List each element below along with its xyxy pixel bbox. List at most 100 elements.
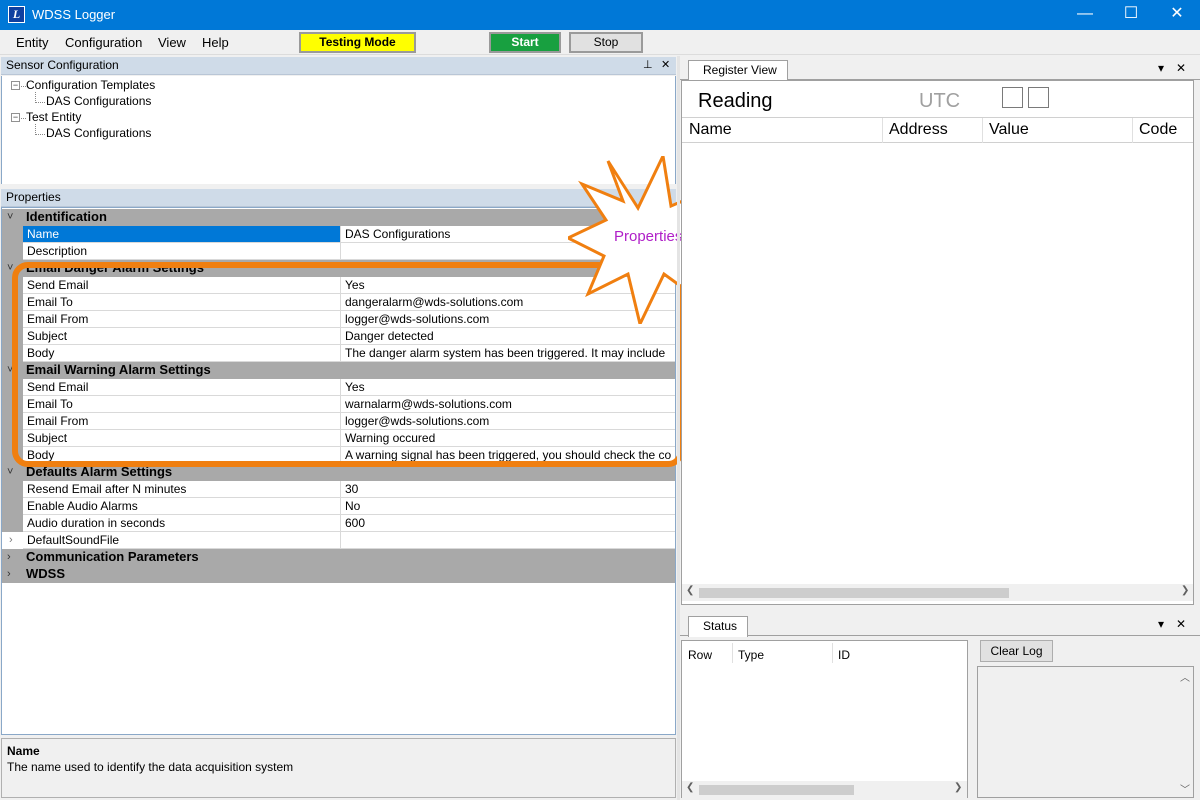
property-name[interactable]: Resend Email after N minutes bbox=[23, 481, 341, 497]
tab-register-view[interactable]: Register View bbox=[688, 60, 788, 81]
testing-mode-button[interactable]: Testing Mode bbox=[299, 32, 416, 53]
property-value[interactable]: warnalarm@wds-solutions.com bbox=[342, 396, 675, 412]
close-window-button[interactable]: ✕ bbox=[1154, 0, 1200, 30]
tree-node-das-configurations[interactable]: DAS Configurations bbox=[46, 94, 151, 108]
menu-entity[interactable]: Entity bbox=[16, 35, 49, 50]
property-row[interactable]: Body The danger alarm system has been tri… bbox=[2, 345, 675, 362]
property-name[interactable]: Send Email bbox=[23, 277, 341, 293]
property-name[interactable]: Send Email bbox=[23, 379, 341, 395]
property-category[interactable]: ˅ Defaults Alarm Settings bbox=[2, 464, 675, 481]
tree-node-configuration-templates[interactable]: Configuration Templates bbox=[26, 78, 155, 92]
utc-checkbox[interactable] bbox=[1028, 87, 1049, 108]
property-row[interactable]: Enable Audio Alarms No bbox=[2, 498, 675, 515]
column-header-type[interactable]: Type bbox=[738, 648, 764, 662]
property-name[interactable]: Body bbox=[23, 447, 341, 463]
property-name[interactable]: Description bbox=[23, 243, 341, 259]
property-category[interactable]: ˅ Email Warning Alarm Settings bbox=[2, 362, 675, 379]
scroll-right-icon[interactable]: ❯ bbox=[954, 782, 962, 793]
menu-help[interactable]: Help bbox=[202, 35, 229, 50]
category-label: Email Danger Alarm Settings bbox=[26, 260, 204, 275]
property-name[interactable]: DefaultSoundFile bbox=[23, 532, 341, 548]
app-logo-icon: L bbox=[8, 6, 25, 23]
property-row[interactable]: Audio duration in seconds 600 bbox=[2, 515, 675, 532]
property-name[interactable]: Email From bbox=[23, 311, 341, 327]
log-vertical-scrollbar[interactable]: ︿ ﹀ bbox=[1176, 667, 1193, 797]
expand-chevron-icon[interactable]: › bbox=[7, 549, 11, 565]
scroll-left-icon[interactable]: ❮ bbox=[686, 585, 694, 596]
property-row[interactable]: Email From logger@wds-solutions.com bbox=[2, 413, 675, 430]
pin-icon[interactable]: ⊥ bbox=[643, 57, 653, 74]
property-category[interactable]: › WDSS bbox=[2, 566, 675, 583]
column-header-row[interactable]: Row bbox=[688, 648, 712, 662]
tree-node-test-entity[interactable]: Test Entity bbox=[26, 110, 81, 124]
scroll-up-icon[interactable]: ︿ bbox=[1180, 669, 1190, 684]
tab-status[interactable]: Status bbox=[688, 616, 749, 637]
register-view-panel: Reading UTC Name Address Value Code ❮ ❯ bbox=[681, 80, 1194, 605]
property-name[interactable]: Enable Audio Alarms bbox=[23, 498, 341, 514]
expand-chevron-icon[interactable]: › bbox=[9, 532, 13, 548]
property-category[interactable]: › Communication Parameters bbox=[2, 549, 675, 566]
collapse-icon[interactable]: − bbox=[11, 113, 20, 122]
property-value[interactable]: 600 bbox=[342, 515, 675, 531]
window-title: WDSS Logger bbox=[32, 7, 116, 22]
tree-node-das-configurations[interactable]: DAS Configurations bbox=[46, 126, 151, 140]
scroll-left-icon[interactable]: ❮ bbox=[686, 782, 694, 793]
property-value[interactable]: A warning signal has been triggered, you… bbox=[342, 447, 675, 463]
collapse-chevron-icon[interactable]: ˅ bbox=[7, 209, 13, 225]
close-icon[interactable]: ✕ bbox=[1176, 61, 1186, 75]
expand-chevron-icon[interactable]: › bbox=[7, 566, 11, 582]
property-name[interactable]: Email To bbox=[23, 294, 341, 310]
category-label: Defaults Alarm Settings bbox=[26, 464, 173, 479]
start-button[interactable]: Start bbox=[489, 32, 561, 53]
property-name[interactable]: Subject bbox=[23, 430, 341, 446]
dropdown-icon[interactable]: ▾ bbox=[1158, 617, 1164, 631]
property-name[interactable]: Email To bbox=[23, 396, 341, 412]
property-name[interactable]: Body bbox=[23, 345, 341, 361]
status-horizontal-scrollbar[interactable]: ❮ ❯ bbox=[682, 781, 967, 798]
column-header-id[interactable]: ID bbox=[838, 648, 850, 662]
collapse-chevron-icon[interactable]: ˅ bbox=[7, 362, 13, 378]
close-icon[interactable]: ✕ bbox=[1176, 617, 1186, 631]
property-value[interactable]: Danger detected bbox=[342, 328, 675, 344]
property-row[interactable]: Email To warnalarm@wds-solutions.com bbox=[2, 396, 675, 413]
scroll-thumb[interactable] bbox=[699, 785, 854, 795]
stop-button[interactable]: Stop bbox=[569, 32, 643, 53]
property-name[interactable]: Audio duration in seconds bbox=[23, 515, 341, 531]
property-row[interactable]: Subject Danger detected bbox=[2, 328, 675, 345]
scroll-right-icon[interactable]: ❯ bbox=[1181, 585, 1189, 596]
pane-splitter[interactable] bbox=[677, 56, 680, 800]
maximize-button[interactable]: ☐ bbox=[1108, 0, 1154, 30]
column-header-value[interactable]: Value bbox=[989, 121, 1029, 139]
property-name[interactable]: Name bbox=[23, 226, 341, 242]
property-row[interactable]: Subject Warning occured bbox=[2, 430, 675, 447]
column-header-address[interactable]: Address bbox=[889, 121, 948, 139]
minimize-button[interactable]: — bbox=[1062, 0, 1108, 30]
dropdown-icon[interactable]: ▾ bbox=[1158, 61, 1164, 75]
property-value[interactable]: 30 bbox=[342, 481, 675, 497]
register-horizontal-scrollbar[interactable]: ❮ ❯ bbox=[682, 584, 1193, 601]
property-row[interactable]: Resend Email after N minutes 30 bbox=[2, 481, 675, 498]
column-header-code[interactable]: Code bbox=[1139, 121, 1177, 139]
property-name[interactable]: Email From bbox=[23, 413, 341, 429]
property-value[interactable]: logger@wds-solutions.com bbox=[342, 413, 675, 429]
property-row[interactable]: › DefaultSoundFile bbox=[2, 532, 675, 549]
property-value[interactable] bbox=[342, 532, 675, 548]
property-name[interactable]: Subject bbox=[23, 328, 341, 344]
reading-checkbox[interactable] bbox=[1002, 87, 1023, 108]
collapse-chevron-icon[interactable]: ˅ bbox=[7, 260, 13, 276]
property-value[interactable]: The danger alarm system has been trigger… bbox=[342, 345, 675, 361]
collapse-icon[interactable]: − bbox=[11, 81, 20, 90]
property-value[interactable]: No bbox=[342, 498, 675, 514]
clear-log-button[interactable]: Clear Log bbox=[980, 640, 1053, 662]
column-header-name[interactable]: Name bbox=[689, 121, 732, 139]
property-value[interactable]: Yes bbox=[342, 379, 675, 395]
collapse-chevron-icon[interactable]: ˅ bbox=[7, 464, 13, 480]
property-row[interactable]: Send Email Yes bbox=[2, 379, 675, 396]
property-value[interactable]: Warning occured bbox=[342, 430, 675, 446]
menu-view[interactable]: View bbox=[158, 35, 186, 50]
scroll-thumb[interactable] bbox=[699, 588, 1009, 598]
close-icon[interactable]: ✕ bbox=[661, 57, 670, 74]
menu-configuration[interactable]: Configuration bbox=[65, 35, 142, 50]
scroll-down-icon[interactable]: ﹀ bbox=[1180, 781, 1190, 796]
property-row[interactable]: Body A warning signal has been triggered,… bbox=[2, 447, 675, 464]
